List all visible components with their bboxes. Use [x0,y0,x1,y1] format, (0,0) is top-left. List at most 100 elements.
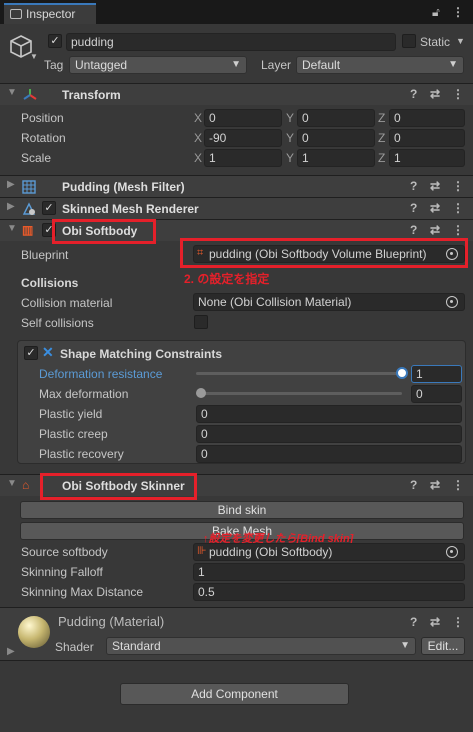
self-collisions-checkbox[interactable] [194,315,208,329]
preset-icon[interactable]: ⇄ [430,87,440,101]
rotation-x-field[interactable]: -90 [204,129,282,147]
plastic-yield-field[interactable]: 0 [196,405,462,423]
kebab-icon[interactable]: ⋮ [452,223,464,237]
mesh-filter-title: Pudding (Mesh Filter) [62,180,185,194]
transform-title: Transform [62,88,121,102]
skinned-mesh-renderer-header[interactable]: ▶ ✓ Skinned Mesh Renderer ? ⇄ ⋮ [0,197,473,219]
max-deformation-track[interactable] [196,392,402,395]
plastic-creep-field[interactable]: 0 [196,425,462,443]
axis-x-label: X [194,111,203,125]
deformation-resistance-slider-thumb[interactable] [396,367,408,379]
blueprint-annotation: 2. の設定を指定 [184,272,270,286]
kebab-icon[interactable]: ⋮ [452,5,464,19]
bind-skin-label: Bind skin [217,503,267,517]
name-field[interactable]: pudding [66,33,396,51]
mesh-filter-icon [22,180,36,197]
foldout-open-icon[interactable]: ▼ [7,87,17,98]
preset-icon[interactable]: ⇄ [430,223,440,237]
max-deformation-field[interactable]: 0 [411,385,462,403]
position-z-value: 0 [394,111,401,125]
active-checkbox[interactable]: ✓ [48,34,62,48]
chevron-down-icon: ▼ [231,59,241,70]
mesh-filter-header[interactable]: ▶ Pudding (Mesh Filter) ? ⇄ ⋮ [0,175,473,197]
kebab-icon[interactable]: ⋮ [452,179,464,193]
position-y-value: 0 [302,111,309,125]
axis-x-label: X [194,151,203,165]
scale-x-field[interactable]: 1 [204,149,282,167]
deformation-resistance-value: 1 [416,367,423,381]
plastic-recovery-field[interactable]: 0 [196,445,462,463]
skinned-mesh-icon [22,202,36,219]
axis-z-label: Z [378,111,386,125]
axis-z-label: Z [378,131,386,145]
collision-material-label: Collision material [21,296,113,310]
position-y-field[interactable]: 0 [297,109,375,127]
bind-skin-button[interactable]: Bind skin [20,501,464,519]
annotation-highlight-blueprint [180,238,468,268]
foldout-open-icon[interactable]: ▼ [7,223,17,234]
layer-dropdown[interactable]: Default ▼ [296,56,464,74]
preset-icon[interactable]: ⇄ [430,179,440,193]
static-label: Static [420,35,451,49]
kebab-icon[interactable]: ⋮ [452,201,464,215]
scale-x-value: 1 [209,151,216,165]
scale-z-value: 1 [394,151,401,165]
edit-shader-button[interactable]: Edit... [421,637,465,655]
tag-dropdown[interactable]: Untagged ▼ [69,56,247,74]
max-deformation-label: Max deformation [39,387,129,401]
kebab-icon[interactable]: ⋮ [452,615,464,629]
skinning-falloff-field[interactable]: 1 [193,563,465,581]
static-checkbox[interactable] [402,34,416,48]
tab-inspector[interactable]: Inspector [4,3,96,24]
foldout-closed-icon[interactable]: ▶ [7,201,15,212]
static-dropdown-icon[interactable]: ▼ [456,36,465,46]
shape-matching-enabled-checkbox[interactable]: ✓ [24,346,38,360]
lock-icon[interactable]: 🔓︎ [432,5,440,20]
skinned-mesh-enabled-checkbox[interactable]: ✓ [42,201,56,215]
help-icon[interactable]: ? [410,615,417,629]
source-softbody-field[interactable]: ⊪ pudding (Obi Softbody) [193,543,465,561]
material-title: Pudding (Material) [58,614,165,629]
kebab-icon[interactable]: ⋮ [452,478,464,492]
axis-y-label: Y [286,131,295,145]
rotation-x-value: -90 [209,131,227,145]
transform-header[interactable]: ▼ Transform ? ⇄ ⋮ [0,83,473,105]
preset-icon[interactable]: ⇄ [430,201,440,215]
help-icon[interactable]: ? [410,179,417,193]
foldout-closed-icon[interactable]: ▶ [7,646,15,657]
rotation-z-field[interactable]: 0 [389,129,465,147]
position-z-field[interactable]: 0 [389,109,465,127]
help-icon[interactable]: ? [410,223,417,237]
chevron-down-icon[interactable]: ▼ [30,52,38,61]
help-icon[interactable]: ? [410,478,417,492]
max-deformation-slider-thumb[interactable] [196,388,206,398]
shape-matching-title: Shape Matching Constraints [60,347,223,361]
blueprint-label: Blueprint [21,248,69,262]
rotation-label: Rotation [21,131,66,145]
position-x-field[interactable]: 0 [204,109,282,127]
collision-material-field[interactable]: None (Obi Collision Material) [193,293,465,311]
rotation-y-field[interactable]: 0 [297,129,375,147]
skinning-max-distance-field[interactable]: 0.5 [193,583,465,601]
object-picker-icon[interactable] [446,546,458,558]
constraint-icon: ✕ [42,344,54,360]
object-picker-icon[interactable] [446,296,458,308]
add-component-button[interactable]: Add Component [120,683,349,705]
help-icon[interactable]: ? [410,201,417,215]
rotation-y-value: 0 [302,131,309,145]
foldout-closed-icon[interactable]: ▶ [7,179,15,190]
skinning-max-distance-label: Skinning Max Distance [21,585,144,599]
skinning-falloff-value: 1 [198,565,205,579]
axis-y-label: Y [286,111,295,125]
shader-dropdown[interactable]: Standard ▼ [106,637,416,655]
preset-icon[interactable]: ⇄ [430,615,440,629]
help-icon[interactable]: ? [410,87,417,101]
scale-z-field[interactable]: 1 [389,149,465,167]
deformation-resistance-track[interactable] [196,372,402,375]
preset-icon[interactable]: ⇄ [430,478,440,492]
kebab-icon[interactable]: ⋮ [452,87,464,101]
deformation-resistance-field[interactable]: 1 [411,365,462,383]
foldout-open-icon[interactable]: ▼ [7,478,17,489]
scale-y-field[interactable]: 1 [297,149,375,167]
source-softbody-label: Source softbody [21,545,108,559]
